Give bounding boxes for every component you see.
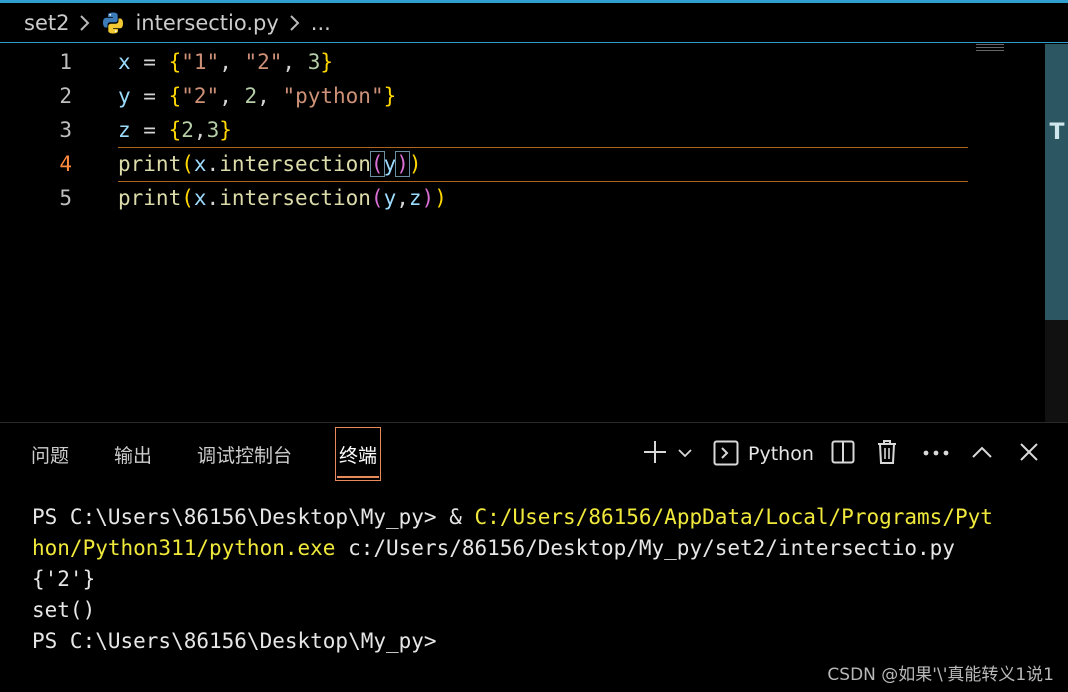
code-token: { xyxy=(168,84,182,108)
code-token: ( xyxy=(369,151,385,177)
code-token: 3 xyxy=(307,50,321,74)
breadcrumb-folder[interactable]: set2 xyxy=(24,11,69,35)
code-token: x xyxy=(193,152,207,176)
code-token: { xyxy=(168,118,182,142)
code-text: print(x.intersection(y,z)) xyxy=(118,186,447,210)
chevron-right-icon xyxy=(79,14,91,32)
code-token: , xyxy=(396,186,409,210)
terminal-script-arg: c:/Users/86156/Desktop/My_py/set2/inters… xyxy=(335,536,955,560)
code-token: ) xyxy=(408,152,422,176)
code-token: "python" xyxy=(282,84,384,108)
line-number: 1 xyxy=(59,50,72,74)
code-token: x xyxy=(118,50,131,74)
code-token: "2" xyxy=(181,84,220,108)
code-text: print(x.intersection(y)) xyxy=(118,151,422,177)
code-token: , xyxy=(219,50,245,74)
code-token: "1" xyxy=(181,50,220,74)
code-token: , xyxy=(257,84,283,108)
code-token: y xyxy=(118,84,131,108)
code-token: = xyxy=(130,118,169,142)
code-token: x xyxy=(193,186,207,210)
terminal-icon[interactable] xyxy=(712,439,740,467)
breadcrumb-file[interactable]: intersectio.py xyxy=(135,11,278,35)
close-panel-icon[interactable] xyxy=(1017,441,1041,463)
code-token: y xyxy=(383,186,397,210)
terminal-python-path: C:/Users/86156/AppData/Local/Programs/Py… xyxy=(474,505,993,529)
code-token: "2" xyxy=(244,50,283,74)
code-token: ( xyxy=(181,186,194,210)
code-token: } xyxy=(219,118,232,142)
code-line[interactable]: 1 x = {"1", "2", 3} xyxy=(0,45,1045,79)
more-actions-icon[interactable] xyxy=(922,441,950,465)
code-token: . xyxy=(206,186,220,210)
code-token: z xyxy=(408,186,422,210)
trash-icon[interactable] xyxy=(875,438,899,466)
tab-debug-console[interactable]: 调试控制台 xyxy=(197,441,292,468)
code-token: , xyxy=(219,84,245,108)
scrollbar-thumb[interactable] xyxy=(1045,44,1068,320)
line-number: 5 xyxy=(59,186,72,210)
chevron-down-icon[interactable] xyxy=(676,445,694,461)
terminal-python-path-cont: hon/Python311/python.exe xyxy=(32,536,336,560)
plus-icon[interactable] xyxy=(642,439,668,465)
terminal-output-line: {'2'} xyxy=(32,567,96,591)
active-tab-underline xyxy=(337,476,379,478)
code-token: intersection xyxy=(219,186,371,210)
line-number: 3 xyxy=(59,118,72,142)
code-text: x = {"1", "2", 3} xyxy=(118,50,333,74)
code-token: = xyxy=(130,84,169,108)
code-token: print xyxy=(118,152,182,176)
code-line[interactable]: 4 print(x.intersection(y)) xyxy=(0,147,1045,181)
code-token: } xyxy=(383,84,397,108)
code-token: ( xyxy=(181,152,194,176)
line-number: 2 xyxy=(59,84,72,108)
terminal-prompt: PS C:\Users\86156\Desktop\My_py> xyxy=(32,505,450,529)
code-line[interactable]: 2y = {"2", 2, "python"} xyxy=(0,79,1045,113)
tab-problems[interactable]: 问题 xyxy=(31,441,69,468)
code-token: { xyxy=(168,50,182,74)
terminal-output[interactable]: PS C:\Users\86156\Desktop\My_py> & C:/Us… xyxy=(32,502,1042,657)
code-token: y xyxy=(383,152,397,176)
code-token: ) xyxy=(395,151,410,177)
code-token: ) xyxy=(434,186,447,210)
code-text: y = {"2", 2, "python"} xyxy=(118,84,396,108)
line-number: 4 xyxy=(59,152,72,176)
code-token: , xyxy=(193,118,207,142)
maximize-panel-icon[interactable] xyxy=(970,441,994,463)
code-token: 3 xyxy=(206,118,220,142)
code-editor[interactable]: 1x = {"1", "2", 3} 2 y = {"2", 2, "python"… xyxy=(0,44,1045,422)
code-token: } xyxy=(320,50,334,74)
code-token: 2 xyxy=(244,84,258,108)
code-token: 2 xyxy=(181,118,194,142)
scrollbar-cursor-marker: T xyxy=(1049,120,1065,145)
watermark: CSDN @如果'\'真能转义1说1 xyxy=(827,665,1054,685)
code-line[interactable]: 3z = {2,3} xyxy=(0,113,1045,147)
tab-output[interactable]: 输出 xyxy=(114,441,152,468)
breadcrumb: set2 intersectio.py ... xyxy=(0,3,1068,43)
chevron-right-icon xyxy=(289,14,301,32)
code-token: print xyxy=(118,186,182,210)
panel-tabs: 问题 输出 调试控制台 终端 Python xyxy=(0,423,1068,487)
terminal-shell-label[interactable]: Python xyxy=(748,443,814,465)
code-token: z xyxy=(118,118,131,142)
code-token: , xyxy=(282,50,308,74)
split-terminal-icon[interactable] xyxy=(830,439,856,465)
code-token: ) xyxy=(421,186,435,210)
code-token: intersection xyxy=(219,152,371,176)
code-line[interactable]: 5 print(x.intersection(y,z)) xyxy=(0,181,1045,215)
terminal-call-operator: & xyxy=(449,505,475,529)
code-text: z = {2,3} xyxy=(118,118,232,142)
code-token: ( xyxy=(370,186,384,210)
code-token: . xyxy=(206,152,220,176)
tab-terminal[interactable]: 终端 xyxy=(339,441,377,468)
breadcrumb-more[interactable]: ... xyxy=(311,11,331,35)
python-file-icon xyxy=(101,11,125,35)
editor-scrollbar[interactable]: T xyxy=(1045,44,1068,422)
minimap[interactable] xyxy=(976,44,1004,54)
terminal-output-line: set() xyxy=(32,598,96,622)
terminal-prompt: PS C:\Users\86156\Desktop\My_py> xyxy=(32,629,437,653)
code-token: = xyxy=(130,50,169,74)
